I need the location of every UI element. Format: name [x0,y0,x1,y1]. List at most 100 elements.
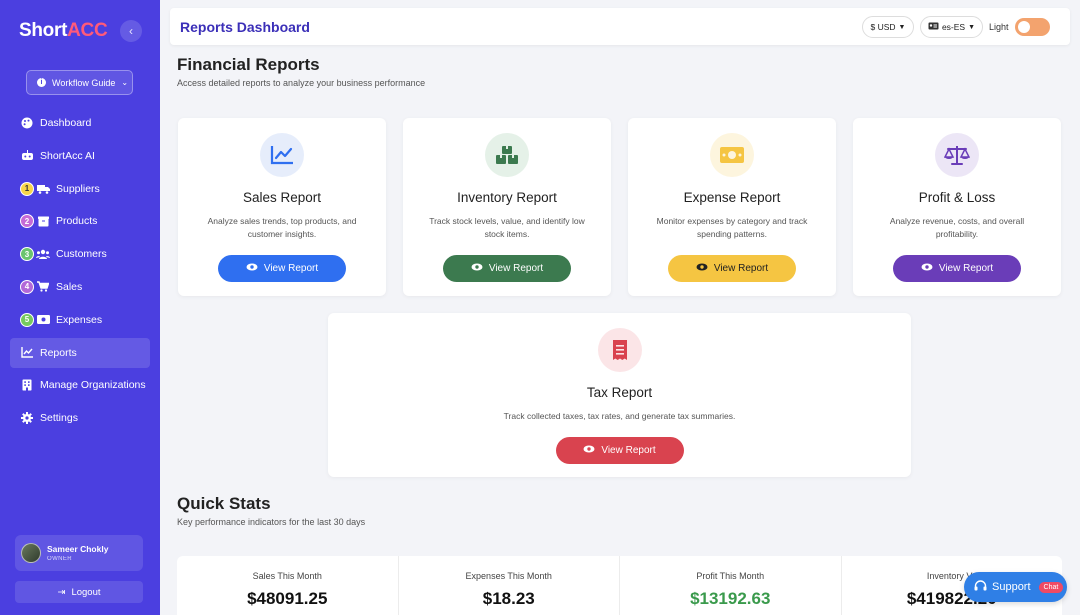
chevron-left-icon: ‹ [129,24,133,38]
view-tax-report-button[interactable]: View Report [555,437,684,464]
user-role: OWNER [47,556,72,562]
brand-part1: Short [19,20,68,41]
view-profit-loss-button[interactable]: View Report [893,255,1021,282]
sidebar-item-label: Customers [56,248,107,261]
building-icon [20,378,34,392]
user-card[interactable]: Sameer Chokly OWNER [15,535,143,571]
users-icon [36,247,50,261]
step-badge: 5 [20,312,34,327]
eye-icon [471,263,483,274]
stat-value: $13192.63 [690,589,771,608]
sidebar-item-products[interactable]: 2 Products [10,206,150,236]
stats-panel: Sales This Month $48091.25 Expenses This… [177,556,1062,615]
logout-label: Logout [71,586,101,598]
gear-icon [20,411,34,425]
card-title: Profit & Loss [918,190,996,205]
stat-label: Sales This Month [252,571,322,581]
financial-reports-title: Financial Reports [177,55,320,74]
eye-icon [696,263,708,274]
step-badge: 4 [20,279,34,294]
sidebar-item-label: Settings [40,412,78,425]
eye-icon [921,263,933,274]
sidebar-item-label: ShortAcc AI [40,149,95,162]
receipt-icon [597,328,642,372]
stat-label: Profit This Month [696,571,765,581]
sidebar-item-customers[interactable]: 3 Customers [10,239,150,269]
language-select[interactable]: es-ES ▼ [920,16,983,38]
collapse-sidebar-button[interactable]: ‹ [120,20,142,42]
money-icon [36,313,50,327]
brand-part2: ACC [67,20,108,41]
sidebar-item-sales[interactable]: 4 Sales [10,272,150,302]
stat-profit-this-month: Profit This Month $13192.63 [620,556,842,615]
sidebar-item-label: Dashboard [40,117,92,129]
stat-value: $18.23 [482,589,535,608]
step-badge: 3 [20,247,34,262]
caret-down-icon: ▼ [898,23,906,31]
currency-select[interactable]: $ USD ▼ [862,16,914,38]
sidebar-item-label: Suppliers [56,182,100,195]
card-description: Track stock levels, value, and identify … [429,216,585,239]
logout-icon: ⇥ [57,586,66,598]
palette-icon [20,116,34,130]
theme-toggle[interactable] [1015,18,1050,36]
sidebar-item-label: Sales [56,280,83,293]
button-label: View Report [713,263,769,274]
id-card-icon [928,22,939,32]
sidebar-item-reports[interactable]: Reports [10,337,150,368]
headset-icon [974,579,987,595]
workflow-guide-button[interactable]: i Workflow Guide ⌄ [26,70,133,95]
brand-logo[interactable]: ShortACC [19,20,108,42]
sidebar-item-label: Products [56,215,98,228]
avatar [21,543,41,563]
truck-icon [36,182,50,196]
button-label: View Report [938,263,994,274]
caret-down-icon: ▼ [968,23,976,31]
robot-icon [20,149,34,163]
stat-expenses-this-month: Expenses This Month $18.23 [399,556,620,615]
button-label: View Report [488,263,544,274]
theme-label: Light [989,22,1009,32]
financial-reports-subtitle: Access detailed reports to analyze your … [177,78,426,88]
view-expense-report-button[interactable]: View Report [668,255,796,282]
support-chat-button[interactable]: Support Chat [964,572,1067,602]
eye-icon [246,263,258,274]
sidebar-item-manage-organizations[interactable]: Manage Organizations [10,370,150,400]
quick-stats-subtitle: Key performance indicators for the last … [177,517,366,527]
sidebar-item-settings[interactable]: Settings [10,403,150,433]
workflow-guide-label: Workflow Guide [52,77,116,88]
card-description: Monitor expenses by category and track s… [656,216,808,239]
button-label: View Report [263,263,319,274]
sidebar-item-label: Manage Organizations [40,379,146,392]
chart-line-icon [20,346,34,360]
box-icon [36,214,50,228]
sidebar-item-dashboard[interactable]: Dashboard [10,108,150,138]
step-badge: 1 [20,181,34,196]
currency-value: $ USD [870,22,896,32]
quick-stats-title: Quick Stats [177,494,271,513]
stat-value: $48091.25 [247,589,328,608]
stat-label: Expenses This Month [465,571,552,581]
card-description: Analyze revenue, costs, and overall prof… [889,216,1025,239]
toggle-knob [1018,21,1030,33]
card-title: Tax Report [586,385,653,400]
expense-report-card: Expense Report Monitor expenses by categ… [628,118,836,296]
inventory-report-card: Inventory Report Track stock levels, val… [403,118,611,296]
language-value: es-ES [941,22,966,32]
top-header: Reports Dashboard $ USD ▼ es-ES ▼ Light [170,8,1070,45]
sidebar: ShortACC ‹ i Workflow Guide ⌄ Dashboard … [0,0,160,615]
view-inventory-report-button[interactable]: View Report [443,255,571,282]
page-title: Reports Dashboard [180,19,310,35]
sidebar-item-label: Reports [40,346,77,359]
view-sales-report-button[interactable]: View Report [218,255,346,282]
tax-report-card: Tax Report Track collected taxes, tax ra… [328,313,911,477]
card-description: Analyze sales trends, top products, and … [207,216,357,239]
sidebar-item-suppliers[interactable]: 1 Suppliers [10,174,150,204]
logout-button[interactable]: ⇥ Logout [15,581,143,603]
boxes-icon [485,133,529,177]
sidebar-item-expenses[interactable]: 5 Expenses [10,305,150,335]
stat-sales-this-month: Sales This Month $48091.25 [177,556,399,615]
card-title: Expense Report [683,190,781,205]
support-label: Support [992,581,1031,593]
sidebar-item-shortacc-ai[interactable]: ShortAcc AI [10,141,150,171]
